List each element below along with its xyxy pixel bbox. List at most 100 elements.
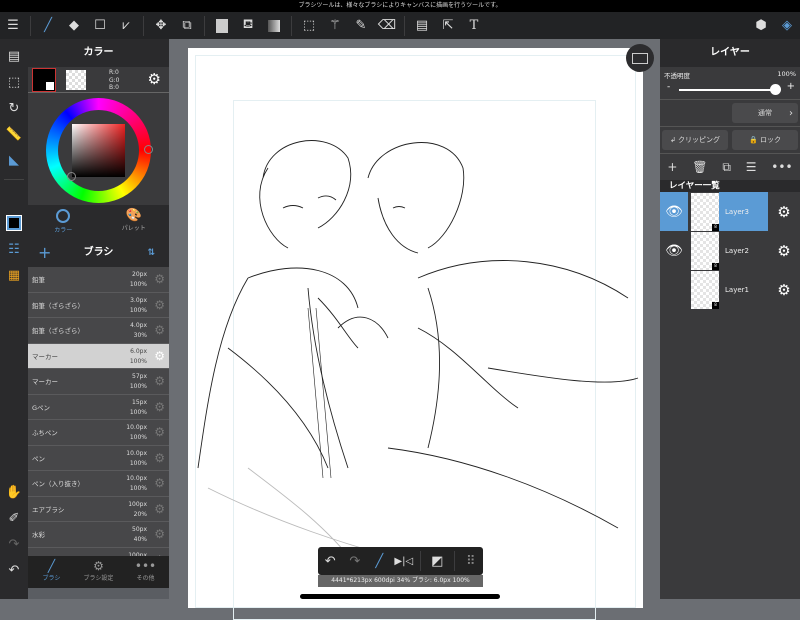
undo-icon[interactable]: ↶ bbox=[0, 557, 28, 583]
eyedropper-icon[interactable]: ✐ bbox=[0, 505, 28, 531]
clipping-button[interactable]: ↲ クリッピング bbox=[662, 130, 728, 150]
canvas-paper[interactable] bbox=[188, 48, 643, 620]
brush-item[interactable]: 鉛筆（ざらざら） 3.0px 100% ⚙ bbox=[28, 292, 169, 318]
tab-color[interactable]: カラー bbox=[28, 205, 99, 239]
color-settings-gear-icon[interactable]: ⚙ bbox=[148, 70, 161, 88]
grid-icon[interactable]: ⠿ bbox=[458, 548, 483, 575]
brush-settings-gear-icon[interactable]: ⚙ bbox=[154, 272, 165, 286]
gradient-tool-icon[interactable] bbox=[261, 12, 287, 39]
move-tool-icon[interactable]: ✥ bbox=[148, 12, 174, 39]
brush-item[interactable]: ふちペン 10.0px 100% ⚙ bbox=[28, 420, 169, 446]
brush-item[interactable]: マーカー 6.0px 100% ⚙ bbox=[28, 343, 169, 369]
materials-icon[interactable]: ⬢ bbox=[748, 12, 774, 39]
layer-row[interactable]: 👁 8 Layer2 ⚙ bbox=[660, 231, 800, 270]
transparent-swatch[interactable] bbox=[66, 69, 86, 90]
select-tool-icon[interactable]: ⬚ bbox=[296, 12, 322, 39]
brush-item[interactable]: 水彩 50px 40% ⚙ bbox=[28, 522, 169, 548]
brush-item[interactable]: エアブラシ 100px 20% ⚙ bbox=[28, 496, 169, 522]
brush-settings-gear-icon[interactable]: ⚙ bbox=[154, 476, 165, 490]
add-brush-icon[interactable]: + bbox=[38, 239, 51, 267]
eraser-tool-icon[interactable]: ◆ bbox=[61, 12, 87, 39]
add-layer-icon[interactable]: + bbox=[667, 160, 677, 174]
more-options-icon[interactable]: ••• bbox=[771, 160, 792, 174]
layer-list-menu-icon[interactable]: ☰ bbox=[746, 160, 757, 174]
brush-item[interactable]: ペン 10.0px 100% ⚙ bbox=[28, 445, 169, 471]
blend-mode-button[interactable]: 通常 › bbox=[732, 103, 798, 123]
brush-settings-gear-icon[interactable]: ⚙ bbox=[154, 400, 165, 414]
pages-icon[interactable]: ▤ bbox=[0, 43, 28, 69]
ruler-icon[interactable]: 📏 bbox=[0, 121, 28, 147]
main-color-swatch[interactable] bbox=[32, 67, 56, 92]
canvas-area[interactable] bbox=[169, 39, 660, 620]
operation-tool-icon[interactable]: ⇱ bbox=[435, 12, 461, 39]
duplicate-layer-icon[interactable]: ⧉ bbox=[722, 160, 731, 175]
color-wheel[interactable] bbox=[46, 98, 153, 203]
flip-horizontal-icon[interactable]: ▶|◁ bbox=[392, 548, 417, 575]
shape-tool-icon[interactable]: ☐ bbox=[87, 12, 113, 39]
layer-settings-gear-icon[interactable]: ⚙ bbox=[768, 281, 800, 299]
text-tool-icon[interactable]: T bbox=[461, 12, 487, 39]
brush-item[interactable]: Gペン 15px 100% ⚙ bbox=[28, 394, 169, 420]
brush-settings-gear-icon[interactable]: ⚙ bbox=[154, 349, 165, 363]
brush-item[interactable]: 100px ⚙ bbox=[28, 547, 169, 556]
menu-icon[interactable]: ☰ bbox=[0, 12, 26, 39]
color-icon[interactable] bbox=[0, 210, 28, 236]
fill-color-icon[interactable] bbox=[209, 12, 235, 39]
tab-brush-settings[interactable]: ⚙ ブラシ設定 bbox=[75, 556, 122, 588]
vector-tool-icon[interactable]: ⩗ bbox=[113, 12, 139, 39]
opacity-decrease-button[interactable]: - bbox=[667, 82, 670, 92]
bucket-tool-icon[interactable]: ⛾ bbox=[235, 12, 261, 39]
layer-row[interactable]: 8 Layer1 ⚙ bbox=[660, 270, 800, 309]
tab-other[interactable]: ••• その他 bbox=[122, 556, 169, 588]
frame-tool-icon[interactable]: ▤ bbox=[409, 12, 435, 39]
delete-layer-icon[interactable]: 🗑 bbox=[692, 160, 707, 174]
sort-icon[interactable]: ⇅ bbox=[147, 239, 155, 267]
layer-thumbnail: 8 bbox=[691, 192, 719, 231]
canvas-view-toggle-button[interactable] bbox=[626, 44, 654, 72]
hand-icon[interactable]: ✋ bbox=[0, 479, 28, 505]
saturation-value-square[interactable] bbox=[72, 124, 125, 177]
undo-button[interactable]: ↶ bbox=[318, 548, 343, 575]
eye-hidden-toggle[interactable] bbox=[660, 270, 688, 309]
opacity-slider[interactable] bbox=[679, 89, 777, 91]
tab-palette[interactable]: 🎨 パレット bbox=[99, 205, 170, 239]
brush-settings-gear-icon[interactable]: ⚙ bbox=[154, 298, 165, 312]
layer-row[interactable]: 👁 8 Layer3 ⚙ bbox=[660, 192, 800, 231]
redo-icon[interactable]: ↷ bbox=[0, 531, 28, 557]
brush-item[interactable]: マーカー 57px 100% ⚙ bbox=[28, 369, 169, 395]
brush-list[interactable]: 鉛筆 20px 100% ⚙ 鉛筆（ざらざら） 3.0px 100% ⚙ 鉛筆（ざらざら… bbox=[28, 267, 169, 556]
brush-eraser-toggle-icon[interactable]: ╱ bbox=[367, 548, 392, 575]
brush-item[interactable]: 鉛筆（ざらざら） 4.0px 30% ⚙ bbox=[28, 318, 169, 344]
rotate-icon[interactable]: ↻ bbox=[0, 95, 28, 121]
eye-icon[interactable]: 👁 bbox=[660, 231, 688, 270]
brush-settings-gear-icon[interactable]: ⚙ bbox=[154, 374, 165, 388]
layer-list-icon[interactable]: ▦ bbox=[0, 262, 28, 288]
selection-menu-icon[interactable]: ⬚ bbox=[0, 69, 28, 95]
select-eraser-icon[interactable]: ⌫ bbox=[374, 12, 400, 39]
brush-item[interactable]: 鉛筆 20px 100% ⚙ bbox=[28, 267, 169, 293]
tab-brush[interactable]: ╱ ブラシ bbox=[28, 556, 75, 588]
layers-icon[interactable]: ◈ bbox=[774, 12, 800, 39]
brush-settings-gear-icon[interactable]: ⚙ bbox=[154, 425, 165, 439]
brush-settings-gear-icon[interactable]: ⚙ bbox=[154, 502, 165, 516]
layer-settings-gear-icon[interactable]: ⚙ bbox=[768, 203, 800, 221]
transform-tool-icon[interactable]: ⧉ bbox=[174, 12, 200, 39]
layer-settings-gear-icon[interactable]: ⚙ bbox=[768, 242, 800, 260]
brush-tool-icon[interactable]: ╱ bbox=[35, 12, 61, 39]
hue-handle[interactable] bbox=[144, 145, 153, 154]
eye-icon[interactable]: 👁 bbox=[660, 192, 688, 231]
snap-icon[interactable]: ◣ bbox=[0, 147, 28, 173]
brush-settings-gear-icon[interactable]: ⚙ bbox=[154, 527, 165, 541]
brush-settings-gear-icon[interactable]: ⚙ bbox=[154, 451, 165, 465]
brush-item[interactable]: ペン（入り抜き） 10.0px 100% ⚙ bbox=[28, 471, 169, 497]
brush-list-icon[interactable]: ☷ bbox=[0, 236, 28, 262]
sv-handle[interactable] bbox=[67, 172, 76, 181]
redo-button[interactable]: ↷ bbox=[343, 548, 368, 575]
opacity-slider-handle[interactable] bbox=[770, 84, 781, 95]
brush-settings-gear-icon[interactable]: ⚙ bbox=[154, 323, 165, 337]
lock-button[interactable]: 🔒 ロック bbox=[732, 130, 798, 150]
snap-toggle-icon[interactable]: ◩ bbox=[425, 548, 450, 575]
opacity-increase-button[interactable]: + bbox=[787, 81, 795, 92]
magic-wand-icon[interactable]: ⚚ bbox=[322, 12, 348, 39]
select-pen-icon[interactable]: ✎ bbox=[348, 12, 374, 39]
